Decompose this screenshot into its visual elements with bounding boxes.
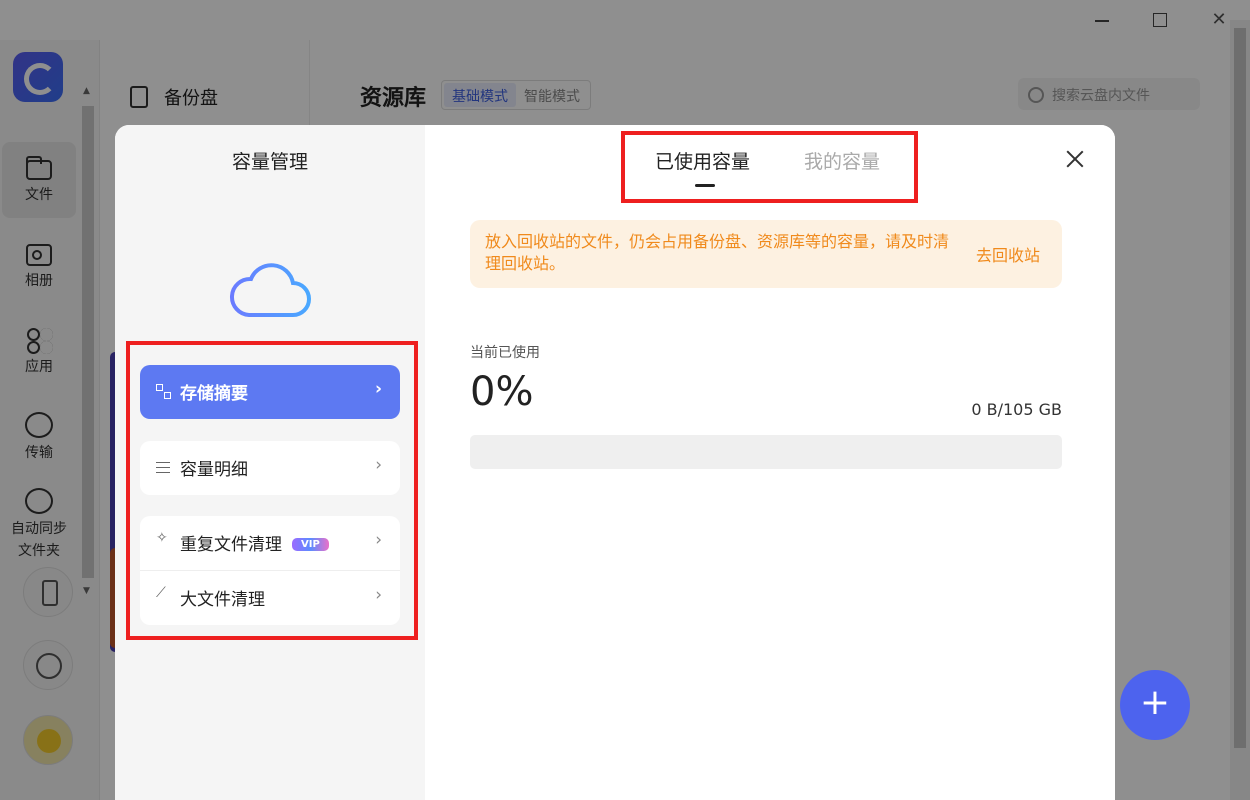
modal-title: 容量管理 <box>231 151 308 173</box>
modal-content: 已使用容量 我的容量 放入回收站的文件，仍会占用备份盘、资源库等的容量，请及时清… <box>425 125 1115 800</box>
usage-label: 当前已使用 <box>470 345 540 361</box>
cloud-icon <box>229 263 311 317</box>
usage-amount: 0 B/105 GB <box>971 400 1062 419</box>
annotation-box-menu <box>126 341 418 640</box>
add-button[interactable]: + <box>1120 670 1190 740</box>
recycle-bin-notice: 放入回收站的文件，仍会占用备份盘、资源库等的容量，请及时清理回收站。 去回收站 <box>470 220 1062 288</box>
usage-percent: 0% <box>470 369 534 415</box>
usage-progress-bar <box>470 435 1062 469</box>
go-to-recycle-bin-link[interactable]: 去回收站 <box>976 242 1040 266</box>
annotation-box-tabs <box>621 131 918 203</box>
close-icon[interactable] <box>1063 147 1087 171</box>
notice-text: 放入回收站的文件，仍会占用备份盘、资源库等的容量，请及时清理回收站。 <box>485 232 950 273</box>
